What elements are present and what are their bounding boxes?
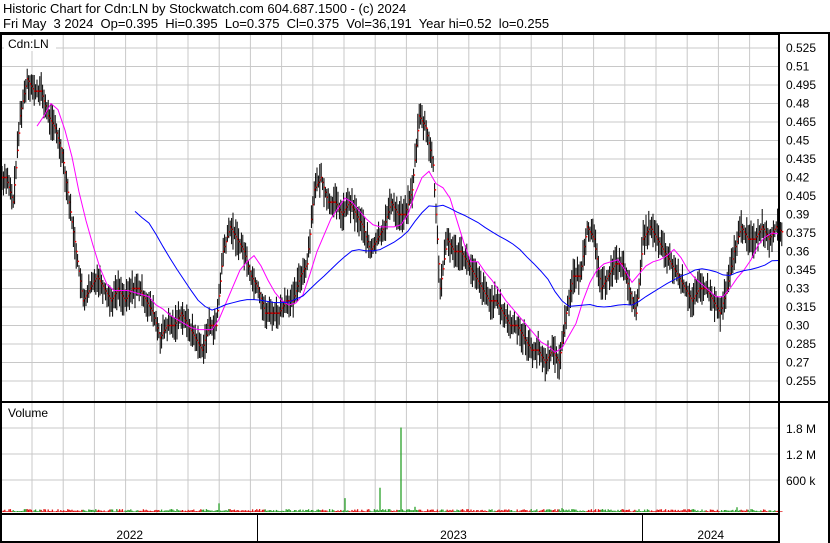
price-tick-label: 0.51 (786, 60, 810, 74)
price-tick-label: 0.255 (786, 374, 816, 388)
price-tick-label: 0.42 (786, 171, 810, 185)
stock-chart: 0.525 0.51 0.495 0.48 0.465 0.45 0.435 0.42 0.40… (0, 32, 830, 543)
price-tick-label: 0.285 (786, 337, 816, 351)
price-tick-label: 0.345 (786, 263, 816, 277)
price-tick-label: 0.27 (786, 356, 810, 370)
price-tick-label: 0.39 (786, 208, 810, 222)
price-tick-label: 0.315 (786, 300, 816, 314)
price-tick-label: 0.525 (786, 41, 816, 55)
price-tick-label: 0.435 (786, 152, 816, 166)
price-tick-label: 0.45 (786, 134, 810, 148)
volume-tick-label: 1.8 M (786, 422, 816, 436)
price-tick-label: 0.36 (786, 245, 810, 259)
year-label-2022: 2022 (116, 528, 143, 542)
price-tick-label: 0.405 (786, 189, 816, 203)
price-tick-label: 0.375 (786, 226, 816, 240)
price-tick-label: 0.33 (786, 282, 810, 296)
year-label-2023: 2023 (440, 528, 467, 542)
price-tick-label: 0.495 (786, 78, 816, 92)
volume-label: Volume (8, 406, 48, 420)
volume-tick-label: 1.2 M (786, 448, 816, 462)
year-label-2024: 2024 (697, 528, 724, 542)
volume-bars (0, 427, 783, 512)
symbol-label: Cdn:LN (8, 37, 49, 51)
price-tick-label: 0.465 (786, 115, 816, 129)
volume-tick-label: 600 k (786, 474, 816, 488)
price-tick-label: 0.48 (786, 97, 810, 111)
price-bars (0, 68, 784, 382)
price-tick-label: 0.30 (786, 319, 810, 333)
